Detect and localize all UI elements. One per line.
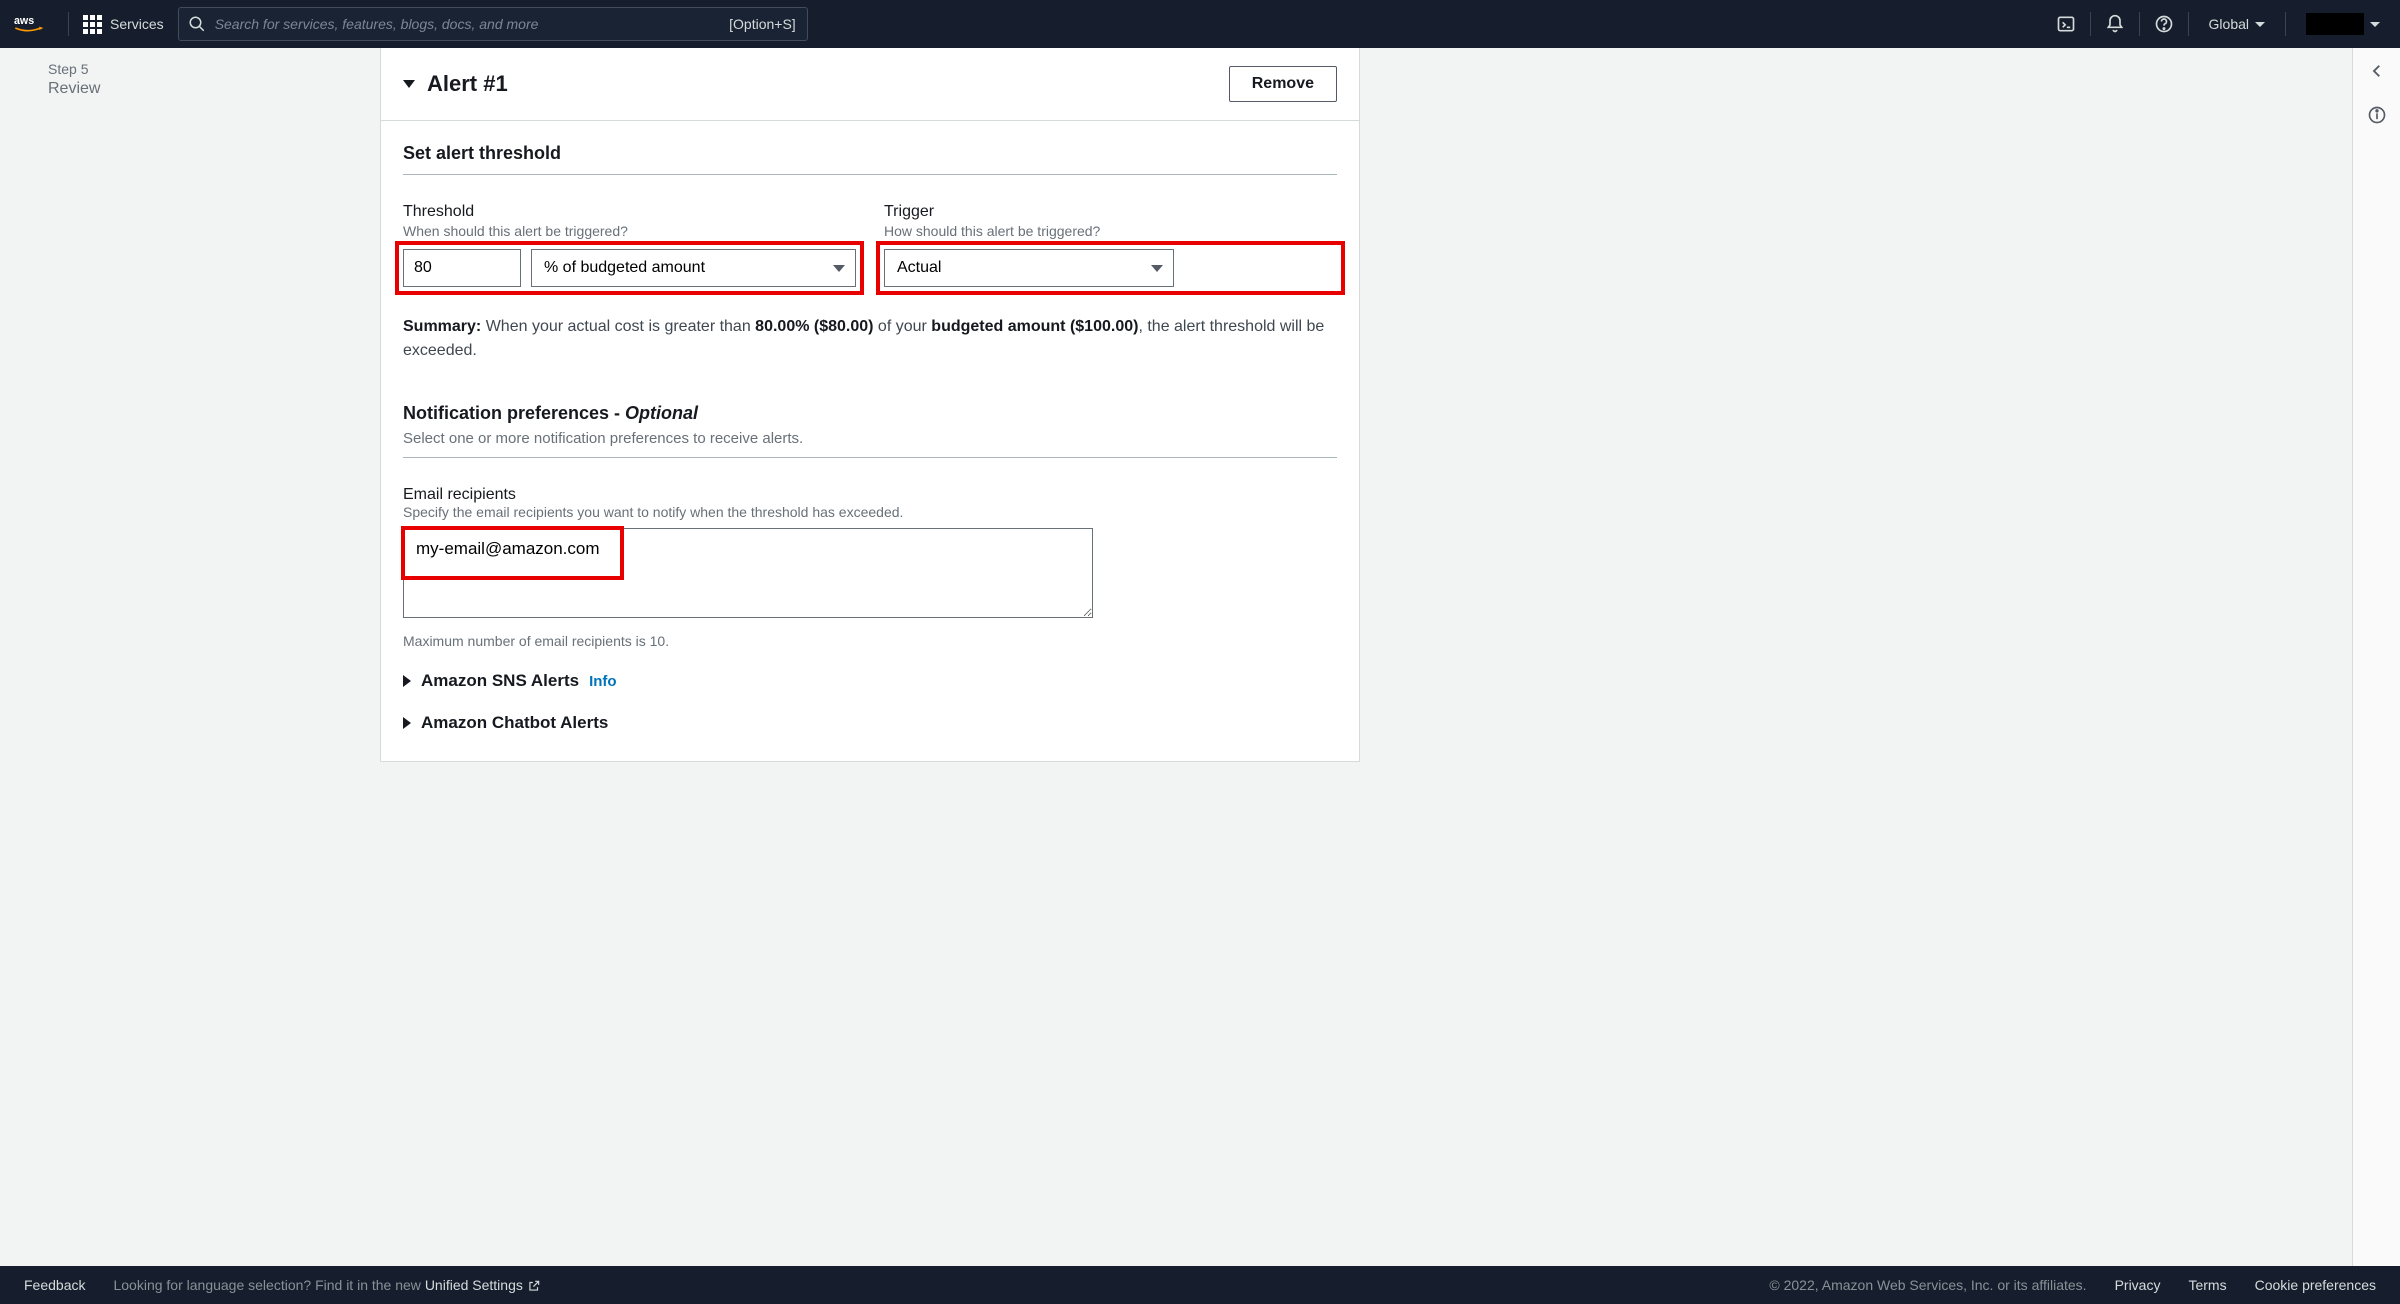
feedback-link[interactable]: Feedback [24,1277,85,1293]
caret-down-icon [2255,22,2265,27]
search-wrap: [Option+S] [178,7,808,41]
footer-lang-msg: Looking for language selection? Find it … [113,1277,540,1293]
svg-text:aws: aws [14,15,34,27]
trigger-value: Actual [897,259,941,277]
unified-settings-link[interactable]: Unified Settings [425,1277,541,1293]
chatbot-alerts-expander[interactable]: Amazon Chatbot Alerts [403,713,1337,733]
external-link-icon [527,1279,541,1293]
info-link[interactable]: Info [589,673,617,690]
panel-title: Alert #1 [427,71,508,97]
cookie-prefs-link[interactable]: Cookie preferences [2255,1277,2376,1293]
threshold-label: Threshold [403,203,856,221]
section-divider [403,174,1337,175]
wizard-steps-sidebar: Step 5 Review [0,48,380,1266]
caret-down-icon [2370,22,2380,27]
email-recipients-input[interactable] [403,528,1093,618]
region-label: Global [2209,16,2249,32]
terms-link[interactable]: Terms [2188,1277,2226,1293]
info-panel-icon[interactable] [2367,105,2387,130]
privacy-link[interactable]: Privacy [2115,1277,2161,1293]
nav-divider [68,12,69,36]
panel-header: Alert #1 Remove [381,48,1359,121]
section-title-threshold: Set alert threshold [403,143,1337,164]
services-menu[interactable]: Services [83,15,164,34]
caret-right-icon [403,717,411,729]
account-redacted [2306,13,2364,35]
notifications-icon[interactable] [2105,14,2125,34]
step-number: Step 5 [48,58,380,80]
email-recipients-label: Email recipients [403,486,1337,504]
notification-prefs-title: Notification preferences - Optional [403,403,1337,424]
notification-prefs-sub: Select one or more notification preferen… [403,430,1337,447]
threshold-input[interactable] [403,249,521,287]
remove-button[interactable]: Remove [1229,66,1337,102]
copyright: © 2022, Amazon Web Services, Inc. or its… [1769,1277,2086,1293]
nav-divider [2090,12,2091,36]
nav-divider [2188,12,2189,36]
caret-right-icon [403,675,411,687]
email-recipients-hint: Maximum number of email recipients is 10… [403,633,1337,649]
email-recipients-help: Specify the email recipients you want to… [403,504,1337,520]
aws-logo[interactable]: aws [14,12,54,36]
threshold-unit-select[interactable]: % of budgeted amount [531,249,856,287]
region-selector[interactable]: Global [2203,16,2271,32]
step-name[interactable]: Review [48,80,380,98]
caret-down-icon [833,265,845,272]
services-grid-icon [83,15,102,34]
threshold-help: When should this alert be triggered? [403,223,856,239]
help-icon[interactable] [2154,14,2174,34]
chatbot-alerts-label: Amazon Chatbot Alerts [421,713,608,733]
search-icon [188,15,206,33]
nav-divider [2285,12,2286,36]
trigger-label: Trigger [884,203,1337,221]
cloudshell-icon[interactable] [2056,14,2076,34]
right-rail [2352,48,2400,1266]
footer: Feedback Looking for language selection?… [0,1266,2400,1304]
collapse-icon [403,80,415,88]
threshold-unit-label: % of budgeted amount [544,259,705,277]
threshold-summary: Summary: When your actual cost is greate… [403,315,1337,363]
services-label: Services [110,16,164,32]
trigger-select[interactable]: Actual [884,249,1174,287]
panel-header-toggle[interactable]: Alert #1 [403,71,508,97]
nav-divider [2139,12,2140,36]
collapse-panel-icon[interactable] [2368,62,2386,85]
search-shortcut: [Option+S] [729,16,796,32]
account-menu[interactable] [2300,13,2386,35]
alert-panel: Alert #1 Remove Set alert threshold Thre… [380,48,1360,762]
sns-alerts-expander[interactable]: Amazon SNS Alerts Info [403,671,1337,691]
caret-down-icon [1151,265,1163,272]
section-divider [403,457,1337,458]
sns-alerts-label: Amazon SNS Alerts [421,671,579,691]
top-nav: aws Services [Option+S] Global [0,0,2400,48]
trigger-help: How should this alert be triggered? [884,223,1337,239]
search-input[interactable] [178,7,808,41]
